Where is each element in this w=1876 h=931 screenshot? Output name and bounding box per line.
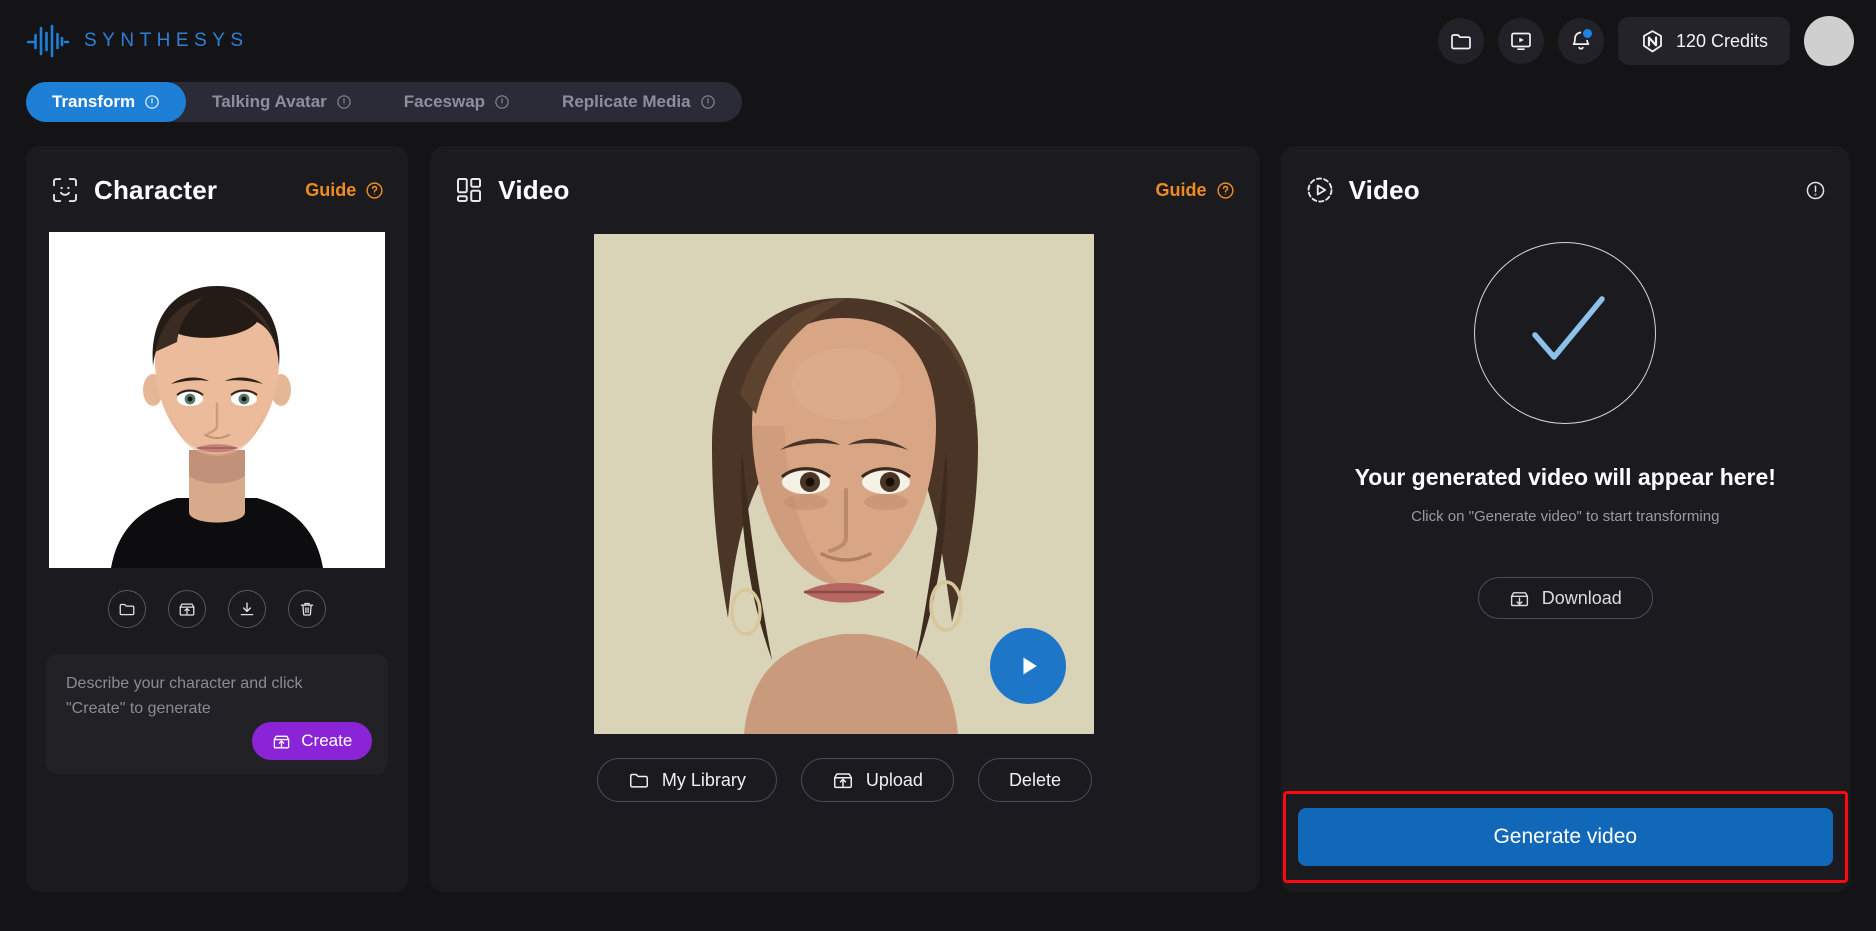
- folder-icon: [629, 773, 648, 788]
- output-empty-subtitle: Click on "Generate video" to start trans…: [1411, 508, 1720, 525]
- delete-video-button[interactable]: Delete: [977, 758, 1092, 802]
- video-panel-header: Video Guide: [430, 146, 1258, 212]
- character-prompt-placeholder: Describe your character and click "Creat…: [66, 675, 303, 717]
- generate-video-label: Generate video: [1493, 825, 1638, 848]
- check-icon: [1532, 296, 1606, 360]
- character-tools: [26, 590, 408, 628]
- media-button[interactable]: [1497, 18, 1544, 64]
- notification-badge: [1580, 27, 1594, 40]
- character-panel: Character Guide Describe your character …: [26, 146, 409, 892]
- character-panel-title: Character: [94, 174, 218, 205]
- notifications-button[interactable]: [1557, 18, 1604, 64]
- credits-button[interactable]: 120 Credits: [1617, 17, 1790, 65]
- tab-faceswap-label: Faceswap: [403, 92, 486, 111]
- character-guide-link[interactable]: Guide: [305, 180, 384, 201]
- download-label: Download: [1541, 587, 1622, 608]
- upload-box-icon: [273, 735, 290, 749]
- create-button-label: Create: [301, 731, 353, 750]
- upload-box-icon: [833, 773, 852, 789]
- folder-button[interactable]: [1437, 18, 1484, 64]
- face-scan-icon: [53, 178, 77, 202]
- character-portrait: [49, 232, 386, 568]
- output-empty-state: Your generated video will appear here! C…: [1281, 212, 1850, 619]
- output-panel-header: Video: [1281, 146, 1850, 212]
- check-circle-icon: [1474, 242, 1657, 424]
- tab-talking-avatar[interactable]: Talking Avatar: [186, 82, 378, 122]
- video-thumbnail[interactable]: [594, 234, 1095, 734]
- video-guide-link[interactable]: Guide: [1156, 180, 1235, 201]
- exclamation-circle-icon: [1806, 181, 1825, 199]
- create-character-button[interactable]: Create: [252, 722, 373, 760]
- brand-logo[interactable]: SYNTHESYS: [26, 24, 249, 58]
- brand-name: SYNTHESYS: [84, 30, 249, 51]
- tab-replicate-media[interactable]: Replicate Media: [536, 82, 742, 122]
- character-upload-button[interactable]: [168, 590, 207, 628]
- main-workspace: Character Guide Describe your character …: [0, 122, 1876, 892]
- tabbar-container: Transform Talking Avatar Faceswap Replic…: [0, 82, 1876, 122]
- output-panel-title: Video: [1348, 174, 1420, 205]
- question-circle-icon: [366, 181, 383, 199]
- generate-highlight-box: Generate video: [1282, 791, 1848, 883]
- output-panel: Video Your generated video will appear h…: [1280, 146, 1850, 892]
- output-info-button[interactable]: [1805, 180, 1826, 201]
- waveform-icon: [26, 24, 70, 58]
- character-panel-header: Character Guide: [26, 146, 408, 212]
- upload-label: Upload: [865, 769, 923, 790]
- download-box-icon: [1510, 591, 1528, 606]
- tab-transform-label: Transform: [52, 92, 136, 111]
- folder-icon: [1451, 34, 1471, 50]
- mode-tabs: Transform Talking Avatar Faceswap Replic…: [26, 82, 742, 122]
- character-delete-button[interactable]: [288, 590, 327, 628]
- tab-transform[interactable]: Transform: [26, 82, 187, 122]
- character-guide-label: Guide: [305, 179, 357, 200]
- header-actions: 120 Credits: [1437, 16, 1854, 66]
- question-circle-icon: [1216, 181, 1234, 199]
- video-actions: My Library Upload Delete: [430, 758, 1258, 802]
- synthesys-token-icon: [1643, 29, 1662, 52]
- character-download-button[interactable]: [228, 590, 267, 628]
- info-icon: [337, 95, 351, 109]
- play-icon: [1023, 657, 1038, 675]
- my-library-button[interactable]: My Library: [596, 758, 777, 802]
- video-guide-label: Guide: [1155, 179, 1207, 200]
- character-prompt-box[interactable]: Describe your character and click "Creat…: [46, 654, 389, 774]
- my-library-label: My Library: [661, 769, 746, 790]
- output-empty-title: Your generated video will appear here!: [1354, 464, 1776, 490]
- play-button[interactable]: [990, 628, 1067, 704]
- upload-video-button[interactable]: Upload: [800, 758, 954, 802]
- info-icon: [145, 95, 159, 109]
- generate-video-button[interactable]: Generate video: [1297, 808, 1833, 866]
- video-panel: Video Guide My Library Upload Delete: [430, 146, 1259, 892]
- tab-replicate-media-label: Replicate Media: [562, 92, 691, 111]
- download-icon: [240, 602, 254, 616]
- video-monitor-icon: [1511, 32, 1531, 51]
- avatar[interactable]: [1804, 16, 1854, 66]
- tab-talking-avatar-label: Talking Avatar: [212, 92, 327, 111]
- delete-label: Delete: [1008, 769, 1061, 790]
- character-library-button[interactable]: [108, 590, 147, 628]
- folder-icon: [119, 603, 135, 616]
- play-circle-icon: [1307, 177, 1332, 203]
- download-button[interactable]: Download: [1477, 577, 1653, 619]
- info-icon: [495, 95, 509, 109]
- video-panel-title: Video: [498, 174, 570, 205]
- character-image[interactable]: [49, 232, 386, 568]
- credits-label: 120 Credits: [1675, 30, 1768, 51]
- layout-grid-icon: [457, 178, 482, 203]
- app-header: SYNTHESYS 120 Credits: [0, 0, 1876, 82]
- upload-box-icon: [179, 603, 195, 616]
- tab-faceswap[interactable]: Faceswap: [378, 82, 536, 122]
- info-icon: [700, 95, 715, 109]
- trash-icon: [300, 602, 314, 616]
